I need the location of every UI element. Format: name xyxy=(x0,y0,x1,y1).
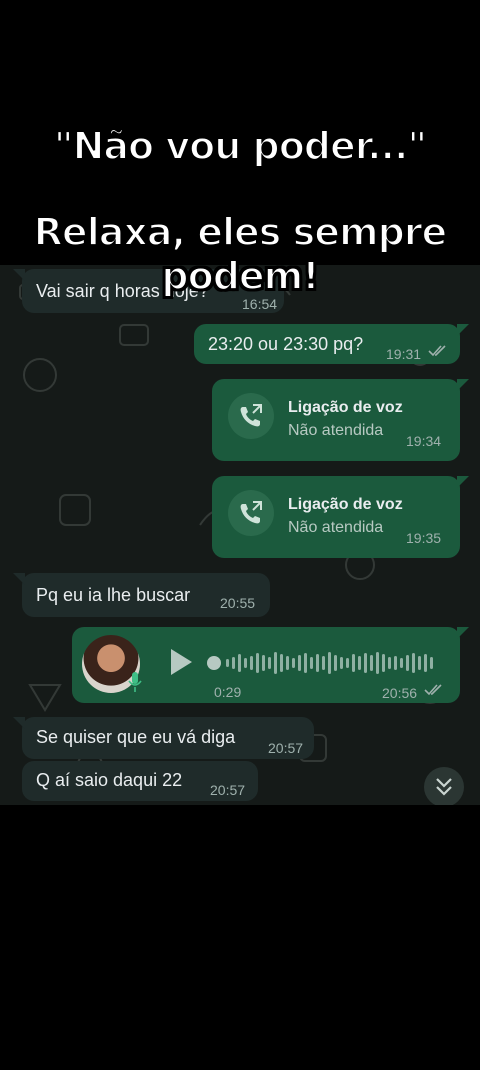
overlay-caption-line2: Relaxa, eles sempre podem! xyxy=(0,209,480,299)
double-check-icon xyxy=(424,684,442,696)
overlay-caption-line3-text: podem! xyxy=(160,253,320,299)
message-text: Se quiser que eu vá diga xyxy=(36,727,236,747)
waveform-bar xyxy=(418,656,421,670)
waveform-bar xyxy=(250,656,253,670)
waveform-bar xyxy=(430,657,433,669)
call-status: Não atendida xyxy=(288,422,384,439)
waveform-bar xyxy=(286,656,289,670)
double-chevron-down-icon xyxy=(436,778,452,796)
waveform-bar xyxy=(262,655,265,671)
message-time: 20:57 xyxy=(268,740,304,756)
waveform-bar xyxy=(382,654,385,672)
waveform-bar xyxy=(268,657,271,669)
waveform-bar xyxy=(298,655,301,671)
waveform-bar xyxy=(292,658,295,668)
message-text: 23:20 ou 23:30 pq? xyxy=(208,334,364,354)
message-text: Pq eu ia lhe buscar xyxy=(36,585,191,605)
waveform-bar xyxy=(358,656,361,670)
scroll-to-bottom-button[interactable] xyxy=(424,767,464,805)
waveform-bar xyxy=(274,652,277,674)
waveform-bar xyxy=(412,653,415,673)
double-check-icon xyxy=(428,345,446,357)
message-incoming[interactable]: Pq eu ia lhe buscar 20:55 xyxy=(13,573,270,617)
waveform-bar xyxy=(226,659,229,667)
waveform-bar xyxy=(310,657,313,669)
waveform-bar xyxy=(424,654,427,672)
call-message[interactable]: Ligação de voz Não atendida 19:35 xyxy=(212,476,469,558)
waveform[interactable] xyxy=(204,649,444,677)
waveform-bar xyxy=(328,652,331,674)
outgoing-call-icon xyxy=(228,393,274,439)
waveform-bar xyxy=(352,654,355,672)
message-outgoing[interactable]: 23:20 ou 23:30 pq? 19:31 xyxy=(194,324,469,364)
waveform-bar xyxy=(406,655,409,671)
message-time: 19:34 xyxy=(406,433,442,449)
outgoing-call-icon xyxy=(228,490,274,536)
chat-area[interactable]: Vai sair q horas hoje? 16:54 23:20 ou 23… xyxy=(0,265,480,805)
message-incoming[interactable]: Se quiser que eu vá diga 20:57 xyxy=(13,717,314,759)
message-incoming[interactable]: Q aí saio daqui 22 20:57 xyxy=(22,761,258,801)
waveform-bar xyxy=(334,655,337,671)
waveform-bar xyxy=(364,653,367,673)
voice-duration: 0:29 xyxy=(214,684,242,700)
message-time: 19:35 xyxy=(406,530,442,546)
message-time: 20:57 xyxy=(210,782,246,798)
call-title: Ligação de voz xyxy=(288,399,403,416)
waveform-bar xyxy=(400,658,403,668)
message-text: Q aí saio daqui 22 xyxy=(36,770,183,790)
message-time: 20:56 xyxy=(382,685,418,701)
message-time: 19:31 xyxy=(386,346,422,362)
waveform-bar xyxy=(256,653,259,673)
waveform-bar xyxy=(340,657,343,669)
waveform-bar xyxy=(388,657,391,669)
overlay-caption-line2-text: Relaxa, eles sempre xyxy=(33,209,449,255)
call-message[interactable]: Ligação de voz Não atendida 19:34 xyxy=(212,379,469,461)
waveform-bar xyxy=(322,656,325,670)
message-time: 20:55 xyxy=(220,595,256,611)
waveform-bar xyxy=(304,653,307,673)
waveform-bar xyxy=(238,654,241,672)
waveform-bar xyxy=(394,656,397,670)
call-status: Não atendida xyxy=(288,519,384,536)
play-icon[interactable] xyxy=(168,647,194,677)
microphone-icon xyxy=(128,672,142,692)
waveform-bar xyxy=(244,658,247,668)
waveform-bar xyxy=(280,654,283,672)
call-title: Ligação de voz xyxy=(288,496,403,513)
voice-message[interactable]: 0:29 20:56 xyxy=(72,627,469,703)
waveform-bar xyxy=(376,652,379,674)
waveform-bar xyxy=(370,655,373,671)
overlay-caption-line1: "Não vou poder..." xyxy=(53,123,428,169)
waveform-bar xyxy=(346,658,349,668)
waveform-bar xyxy=(232,657,235,669)
waveform-bar xyxy=(316,654,319,672)
